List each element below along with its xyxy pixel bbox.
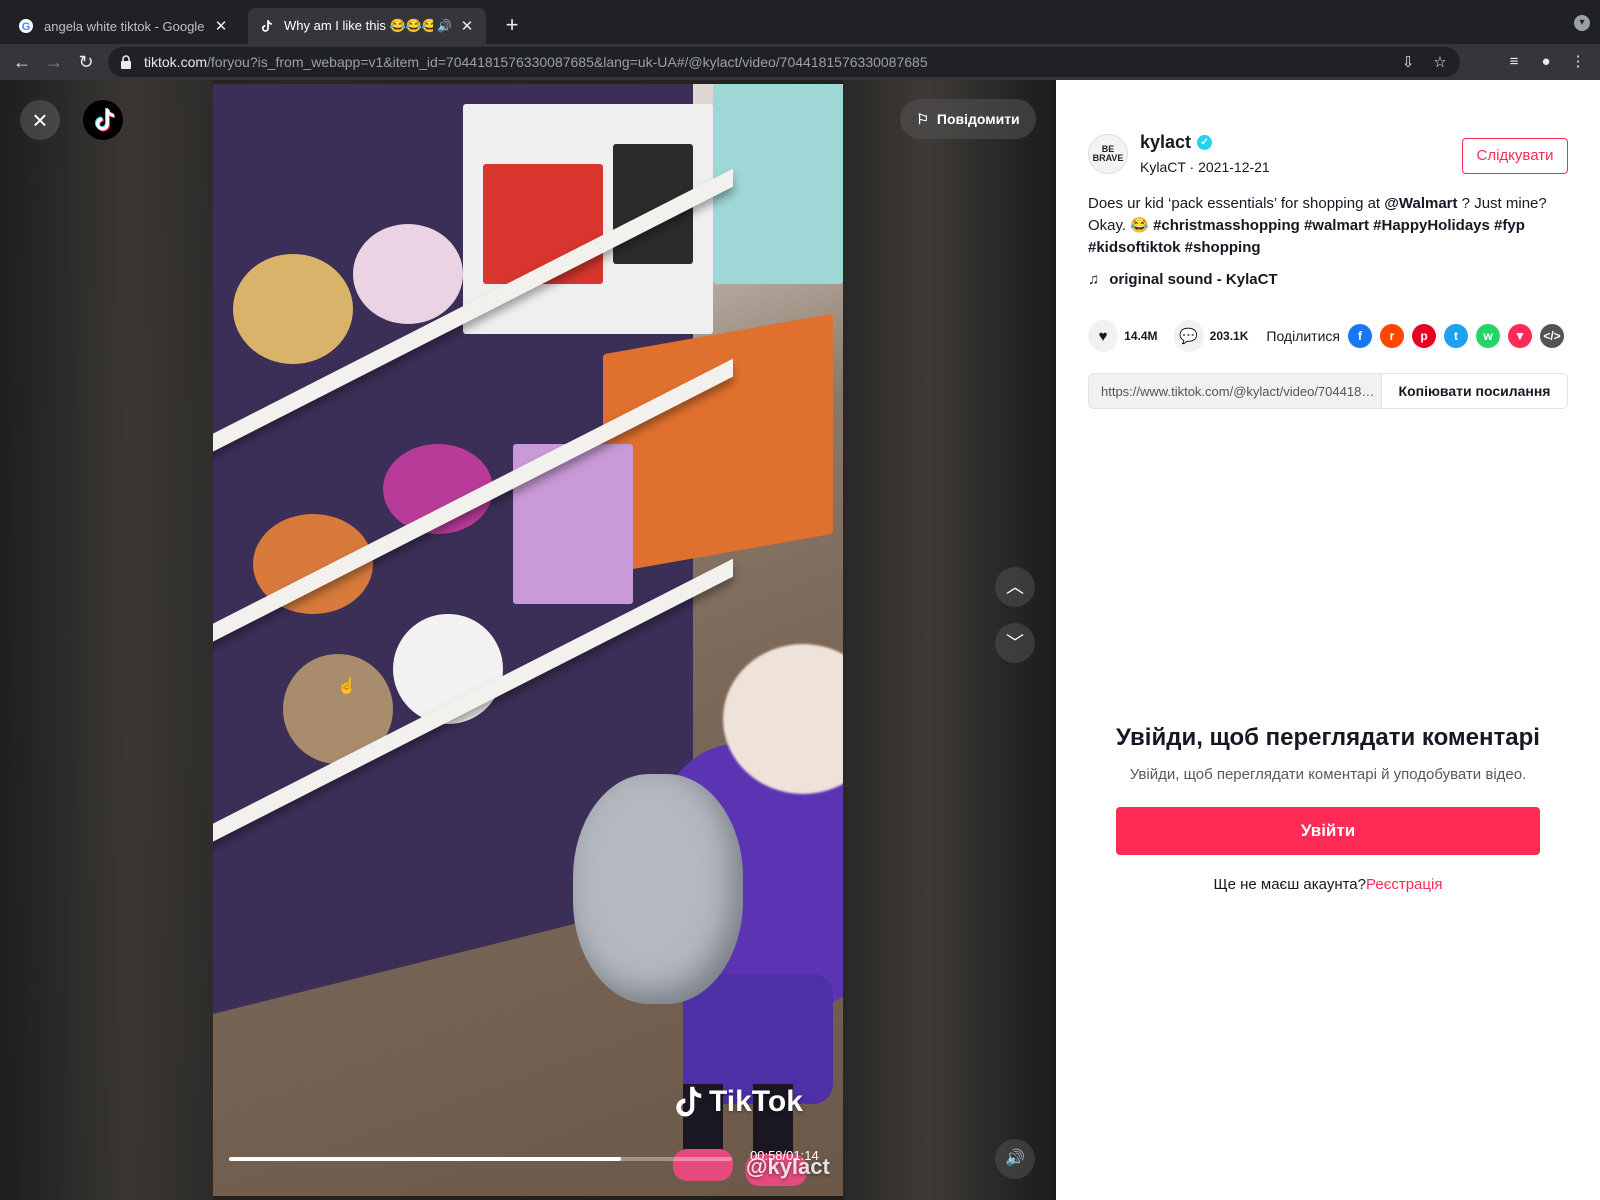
- share-link-box: https://www.tiktok.com/@kylact/video/704…: [1088, 373, 1568, 409]
- more-menu-icon[interactable]: ⋮: [1568, 52, 1588, 72]
- profile-icon[interactable]: ●: [1536, 52, 1556, 72]
- close-tab-icon[interactable]: ✕: [212, 17, 230, 35]
- tiktok-watermark: TikTok: [669, 1084, 803, 1120]
- comments-login-title: Увійди, щоб переглядати коментарі: [1116, 724, 1540, 751]
- tiktok-logo-icon[interactable]: [83, 100, 123, 140]
- address-bar[interactable]: tiktok.com/foryou?is_from_webapp=v1&item…: [108, 47, 1460, 77]
- close-tab-icon[interactable]: ✕: [458, 17, 476, 35]
- google-icon: G: [18, 18, 34, 34]
- video-progress-bar[interactable]: [229, 1157, 732, 1161]
- signup-prompt: Ще не маєш акаунта?Реєстрація: [1056, 876, 1600, 893]
- tab-search-icon[interactable]: ▾: [1574, 15, 1590, 31]
- url-path: /foryou?is_from_webapp=v1&item_id=704418…: [207, 54, 928, 70]
- volume-button[interactable]: 🔊: [995, 1139, 1035, 1179]
- reload-icon[interactable]: ↻: [72, 48, 100, 76]
- previous-video-button[interactable]: ︿: [995, 567, 1035, 607]
- display-name: KylaCT: [1140, 159, 1186, 175]
- child-shoe: [673, 1149, 733, 1181]
- share-link-input[interactable]: https://www.tiktok.com/@kylact/video/704…: [1089, 384, 1381, 399]
- share-pinterest-icon[interactable]: p: [1412, 324, 1436, 348]
- author-meta: KylaCT · 2021-12-21: [1140, 159, 1270, 175]
- post-description: Does ur kid ‘pack essentials’ for shoppi…: [1088, 193, 1568, 259]
- url-host: tiktok.com: [144, 54, 208, 70]
- url-text: tiktok.com/foryou?is_from_webapp=v1&item…: [144, 54, 928, 70]
- bookmark-star-icon[interactable]: ☆: [1430, 53, 1450, 73]
- signup-link[interactable]: Реєстрація: [1366, 876, 1442, 893]
- post-info-panel: BE BRAVE kylact ✓ KylaCT · 2021-12-21 Сл…: [1056, 80, 1600, 1200]
- browser-toolbar: ← → ↻ tiktok.com/foryou?is_from_webapp=v…: [0, 44, 1600, 80]
- comments-login-subtitle: Увійди, щоб переглядати коментарі й упод…: [1129, 766, 1527, 783]
- follow-button[interactable]: Слідкувати: [1462, 138, 1568, 174]
- watermark-brand: TikTok: [709, 1085, 803, 1118]
- plush-toy: [353, 224, 463, 324]
- video-player[interactable]: TikTok @kylact 00:58/01:14: [213, 84, 843, 1196]
- share-reddit-icon[interactable]: r: [1380, 324, 1404, 348]
- tab-title: Why am I like this 😂😂😂: [284, 18, 434, 33]
- username-text: kylact: [1140, 132, 1192, 152]
- share-label: Поділитися: [1266, 328, 1340, 344]
- tiktok-icon: [258, 18, 274, 34]
- author-username[interactable]: kylact ✓: [1140, 132, 1213, 153]
- share-whatsapp-icon[interactable]: w: [1476, 324, 1500, 348]
- heart-icon[interactable]: ♥: [1088, 320, 1119, 352]
- install-app-icon[interactable]: ⇩: [1398, 53, 1418, 73]
- music-note-icon: ♫: [1088, 271, 1100, 288]
- meta-separator: ·: [1185, 159, 1199, 175]
- new-tab-button[interactable]: +: [498, 12, 526, 40]
- sound-title: original sound - KylaCT: [1109, 271, 1278, 288]
- chevron-up-icon: ︿: [1006, 577, 1024, 597]
- share-icons: f r p t w ▼ </>: [1348, 324, 1572, 348]
- comment-count: 203.1K: [1209, 329, 1249, 343]
- child-backpack: [573, 774, 743, 1004]
- description-text: Does ur kid ‘pack essentials’ for shoppi…: [1088, 195, 1385, 212]
- post-date: 2021-12-21: [1198, 159, 1270, 175]
- audio-playing-icon[interactable]: 🔊: [437, 19, 452, 33]
- video-progress-fill: [229, 1157, 622, 1161]
- svg-text:G: G: [22, 21, 31, 33]
- hand-cursor-icon: ☝: [337, 678, 357, 695]
- tab-tiktok[interactable]: Why am I like this 😂😂😂 🔊 ✕: [248, 8, 486, 44]
- engagement-bar: ♥ 14.4M 💬 203.1K Поділитися f r p t w ▼ </>: [1088, 320, 1572, 352]
- speaker-icon: 🔊: [1005, 1150, 1025, 1167]
- back-icon[interactable]: ←: [8, 48, 36, 76]
- forward-icon[interactable]: →: [40, 48, 68, 76]
- signup-prompt-text: Ще не маєш акаунта?: [1213, 876, 1366, 893]
- chevron-down-icon: ﹀: [1006, 633, 1024, 653]
- media-controls-icon[interactable]: ≡: [1504, 52, 1524, 72]
- share-send-icon[interactable]: ▼: [1508, 324, 1532, 348]
- avatar[interactable]: BE BRAVE: [1088, 134, 1128, 174]
- avatar-logo-text: BE BRAVE: [1092, 144, 1124, 163]
- hashtags[interactable]: #christmasshopping #walmart #HappyHolida…: [1088, 217, 1525, 256]
- share-facebook-icon[interactable]: f: [1348, 324, 1372, 348]
- background-blur-left: [0, 80, 213, 1200]
- report-label: Повідомити: [936, 111, 1020, 127]
- mention-link[interactable]: @Walmart: [1384, 195, 1457, 212]
- close-video-button[interactable]: ×: [20, 100, 60, 140]
- video-timecode: 00:58/01:14: [750, 1148, 819, 1163]
- music-link[interactable]: ♫ original sound - KylaCT: [1088, 271, 1278, 288]
- lock-icon: [120, 55, 134, 69]
- tab-strip: G angela white tiktok - Google Se ✕ Why …: [0, 0, 1600, 44]
- comment-icon[interactable]: 💬: [1173, 320, 1204, 352]
- like-count: 14.4M: [1124, 329, 1158, 343]
- login-button[interactable]: Увійти: [1116, 807, 1540, 855]
- tab-title: angela white tiktok - Google Se: [44, 18, 206, 34]
- video-stage: × ⚐ Повідомити TikTok @kylact 00:58/01:1…: [0, 80, 1056, 1200]
- share-embed-icon[interactable]: </>: [1540, 324, 1564, 348]
- plush-toy: [233, 254, 353, 364]
- report-button[interactable]: ⚐ Повідомити: [900, 99, 1036, 139]
- share-twitter-icon[interactable]: t: [1444, 324, 1468, 348]
- next-video-button[interactable]: ﹀: [995, 623, 1035, 663]
- toy-box: [603, 313, 833, 575]
- tiktok-watermark-icon: [676, 1086, 702, 1117]
- copy-link-button[interactable]: Копіювати посилання: [1381, 374, 1567, 408]
- tab-google-search[interactable]: G angela white tiktok - Google Se ✕: [8, 8, 240, 44]
- verified-badge-icon: ✓: [1197, 135, 1213, 150]
- flag-icon: ⚐: [916, 110, 929, 127]
